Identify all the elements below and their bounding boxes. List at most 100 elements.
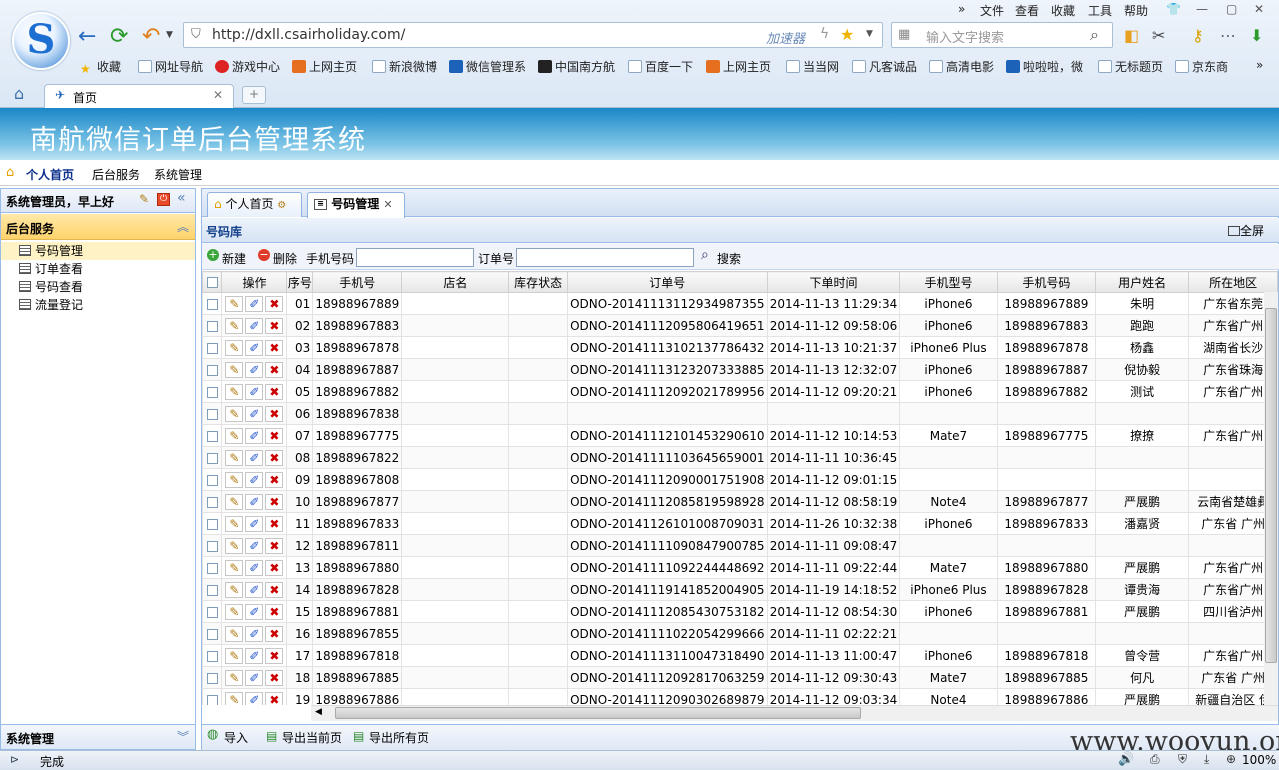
checkbox[interactable]: [206, 650, 218, 662]
fav-item[interactable]: 京东商: [1175, 58, 1228, 75]
table-row[interactable]: ✎ ✐ ✖ 05 18988967882 ODNO-2014111209202178995…: [202, 380, 1278, 403]
skin-icon[interactable]: 👕: [1166, 2, 1181, 16]
edit-icon[interactable]: ✎: [225, 647, 244, 664]
refresh-icon[interactable]: ⟳: [110, 24, 128, 49]
delete-icon[interactable]: ✖: [265, 581, 284, 598]
undo-icon[interactable]: ↶: [142, 24, 160, 49]
chevron-down-icon[interactable]: ︾: [177, 728, 189, 745]
row-checkbox[interactable]: [202, 534, 223, 557]
checkbox[interactable]: [206, 672, 218, 684]
pencil-icon[interactable]: ✐: [245, 669, 264, 686]
delete-icon[interactable]: ✖: [265, 691, 284, 705]
checkbox[interactable]: [206, 628, 218, 640]
menu-view[interactable]: 查看: [1015, 2, 1039, 19]
delete-icon[interactable]: ✖: [265, 361, 284, 378]
delete-icon[interactable]: ✖: [265, 471, 284, 488]
delete-button[interactable]: 删除: [273, 250, 297, 267]
delete-icon[interactable]: ✖: [265, 317, 284, 334]
delete-icon[interactable]: ✖: [265, 427, 284, 444]
fav-item[interactable]: 高清电影: [929, 58, 994, 75]
menu-help[interactable]: 帮助: [1124, 2, 1148, 19]
fav-item[interactable]: 上网主页: [292, 58, 357, 75]
download-manager-icon[interactable]: ⤓: [1204, 752, 1209, 767]
topnav-system-management[interactable]: 系统管理: [154, 166, 202, 183]
delete-icon[interactable]: ✖: [265, 559, 284, 576]
import-button[interactable]: 导入: [224, 729, 248, 746]
edit-icon[interactable]: ✎: [225, 449, 244, 466]
column-header[interactable]: 手机号: [312, 271, 403, 293]
zoom-level[interactable]: 100%: [1242, 753, 1276, 767]
column-header[interactable]: 手机号码: [996, 271, 1097, 293]
key-icon[interactable]: ⚷: [1192, 26, 1204, 45]
select-all-checkbox[interactable]: [202, 271, 223, 293]
row-checkbox[interactable]: [202, 358, 223, 381]
pencil-icon[interactable]: ✐: [245, 383, 264, 400]
maximize-icon[interactable]: ▢: [1226, 2, 1237, 16]
checkbox[interactable]: [206, 430, 218, 442]
export-all-pages-button[interactable]: 导出所有页: [369, 729, 429, 746]
delete-icon[interactable]: ✖: [265, 647, 284, 664]
row-checkbox[interactable]: [202, 644, 223, 667]
row-checkbox[interactable]: [202, 622, 223, 645]
table-row[interactable]: ✎ ✐ ✖ 17 18988967818 ODNO-2014111311004731849…: [202, 644, 1278, 667]
row-checkbox[interactable]: [202, 600, 223, 623]
checkbox[interactable]: [206, 694, 218, 705]
column-header[interactable]: 序号: [286, 271, 314, 293]
edit-icon[interactable]: ✎: [225, 493, 244, 510]
undo-dropdown-icon[interactable]: ▼: [166, 30, 173, 40]
checkbox[interactable]: [206, 277, 218, 288]
pencil-icon[interactable]: ✐: [245, 581, 264, 598]
security-icon[interactable]: ⛨: [1178, 752, 1187, 767]
fav-item[interactable]: 啦啦啦，微: [1006, 58, 1083, 75]
edit-icon[interactable]: ✎: [225, 339, 244, 356]
export-current-page-button[interactable]: 导出当前页: [282, 729, 342, 746]
edit-icon[interactable]: ✎: [225, 427, 244, 444]
pencil-icon[interactable]: ✐: [245, 405, 264, 422]
topnav-backend-service[interactable]: 后台服务: [92, 166, 140, 183]
delete-icon[interactable]: ✖: [265, 625, 284, 642]
column-header[interactable]: 店名: [401, 271, 510, 293]
checkbox[interactable]: [206, 606, 218, 618]
edit-icon[interactable]: ✎: [225, 405, 244, 422]
menu-overflow-icon[interactable]: »: [958, 2, 965, 16]
fav-item[interactable]: 微信管理系: [449, 58, 526, 75]
edit-icon[interactable]: ✎: [225, 669, 244, 686]
table-row[interactable]: ✎ ✐ ✖ 03 18988967878 ODNO-2014111310213778643…: [202, 336, 1278, 359]
address-text[interactable]: http://dxll.csairholiday.com/: [212, 27, 405, 43]
fav-item[interactable]: 游戏中心: [215, 58, 280, 75]
pencil-icon[interactable]: ✐: [245, 471, 264, 488]
search-button[interactable]: 搜索: [717, 250, 741, 267]
new-button[interactable]: 新建: [222, 250, 246, 267]
delete-icon[interactable]: ✖: [265, 515, 284, 532]
phone-input[interactable]: [356, 248, 474, 267]
sidebar-item-traffic-register[interactable]: 流量登记: [1, 296, 195, 314]
edit-icon[interactable]: ✎: [225, 471, 244, 488]
close-tab-icon[interactable]: ✕: [213, 88, 223, 102]
pencil-icon[interactable]: ✐: [245, 691, 264, 705]
pencil-icon[interactable]: ✐: [245, 339, 264, 356]
extension-icon[interactable]: ◧: [1124, 26, 1139, 45]
edit-icon[interactable]: ✎: [225, 537, 244, 554]
pencil-icon[interactable]: ✐: [245, 493, 264, 510]
search-engine-icon[interactable]: ▦: [898, 27, 910, 42]
printer-icon[interactable]: ⎙: [1150, 752, 1160, 767]
fav-item[interactable]: 无标题页: [1098, 58, 1163, 75]
edit-profile-icon[interactable]: ✎: [139, 192, 149, 206]
checkbox[interactable]: [206, 518, 218, 530]
row-checkbox[interactable]: [202, 402, 223, 425]
topnav-home[interactable]: 个人首页: [26, 166, 74, 183]
fav-item[interactable]: 网址导航: [138, 58, 203, 75]
sidebar-section-header[interactable]: 后台服务 ︽: [1, 214, 195, 240]
column-header[interactable]: 订单号: [566, 271, 768, 293]
column-header[interactable]: 用户姓名: [1095, 271, 1190, 293]
checkbox[interactable]: [206, 298, 218, 310]
pencil-icon[interactable]: ✐: [245, 449, 264, 466]
pencil-icon[interactable]: ✐: [245, 603, 264, 620]
pencil-icon[interactable]: ✐: [245, 515, 264, 532]
sidebar-toggle-icon[interactable]: ⊳: [10, 753, 19, 766]
row-checkbox[interactable]: [202, 666, 223, 689]
table-row[interactable]: ✎ ✐ ✖ 19 18988967886 ODNO-2014111209030268987…: [202, 688, 1278, 705]
pencil-icon[interactable]: ✐: [245, 295, 264, 312]
table-row[interactable]: ✎ ✐ ✖ 16 18988967855 ODNO-2014111102205429966…: [202, 622, 1278, 645]
checkbox[interactable]: [206, 496, 218, 508]
